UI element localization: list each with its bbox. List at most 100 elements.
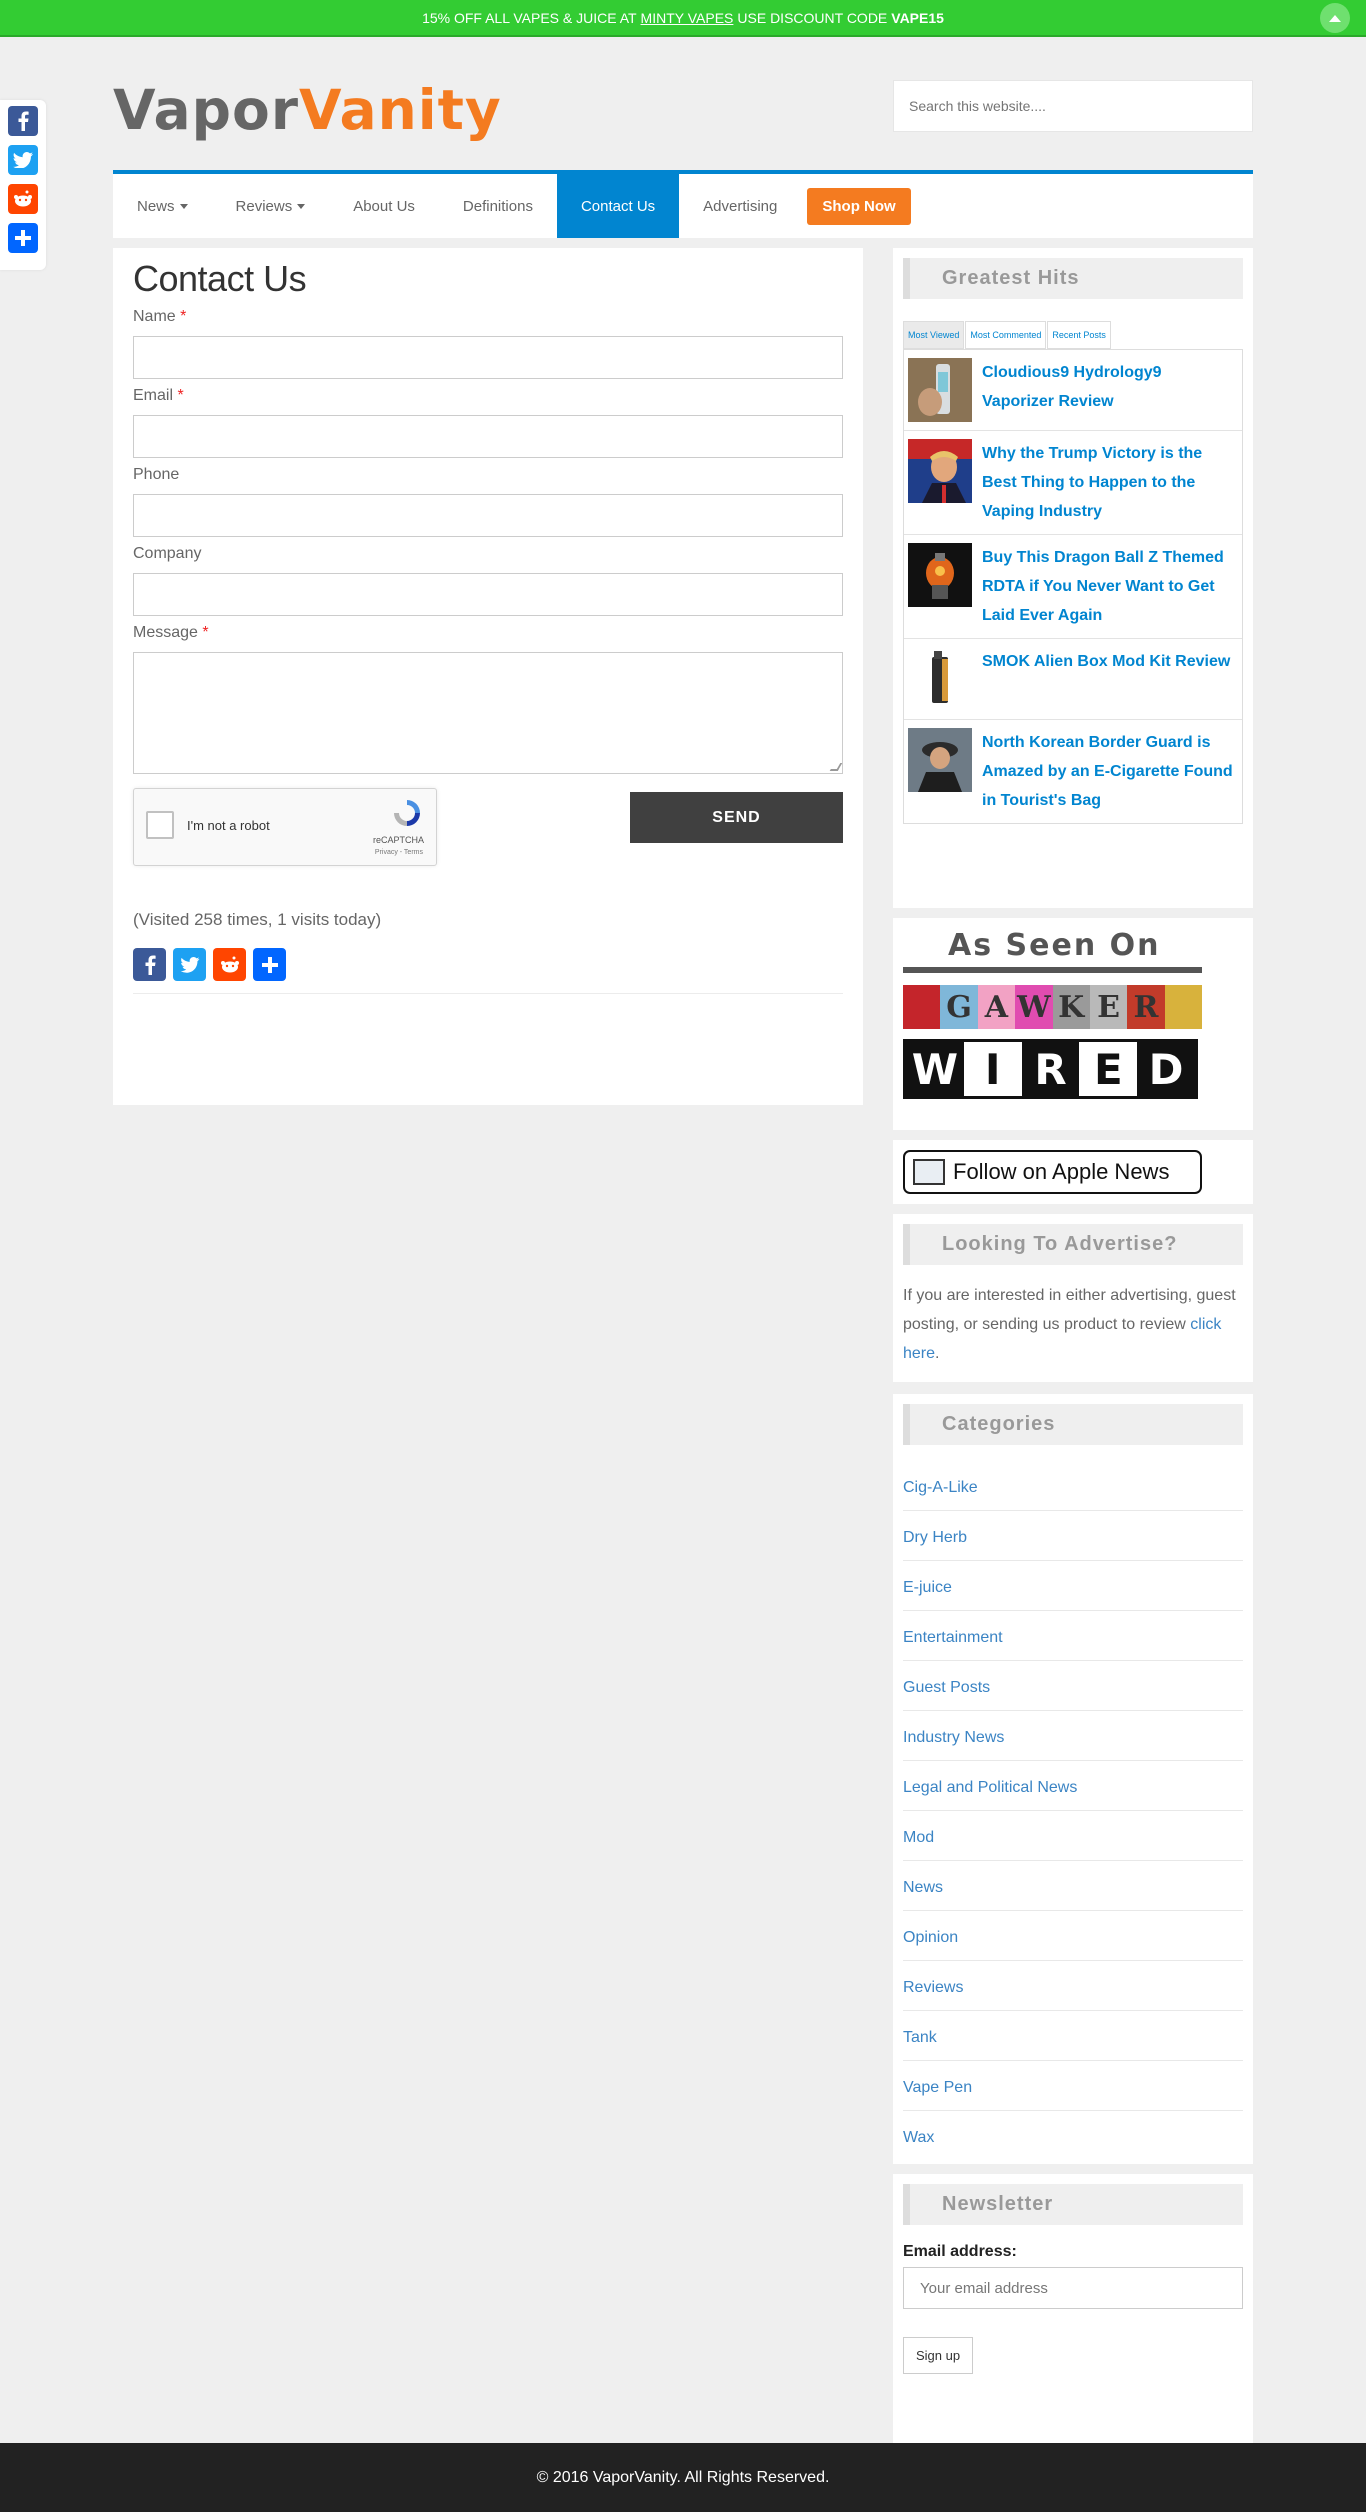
divider (903, 967, 1202, 973)
category-link[interactable]: Opinion (903, 1911, 1243, 1961)
twitter-icon[interactable] (173, 948, 206, 981)
hits-list: Cloudious9 Hydrology9 Vaporizer Review W… (903, 349, 1243, 824)
facebook-icon[interactable] (133, 948, 166, 981)
required-mark: * (202, 624, 209, 641)
post-thumbnail[interactable] (908, 439, 972, 503)
scroll-up-icon[interactable] (1320, 3, 1350, 33)
name-field[interactable] (133, 336, 843, 379)
list-item[interactable]: Buy This Dragon Ball Z Themed RDTA if Yo… (904, 535, 1242, 639)
post-thumbnail[interactable] (908, 358, 972, 422)
wired-letter: D (1137, 1042, 1195, 1096)
tab-recent-posts[interactable]: Recent Posts (1047, 321, 1111, 349)
share-plus-icon[interactable] (253, 948, 286, 981)
logo-part-2: Vanity (298, 78, 502, 142)
gawker-logo[interactable]: G A W K E R (903, 985, 1202, 1029)
floating-share-bar (0, 100, 46, 270)
advertise-period: . (935, 1345, 940, 1362)
promo-code: VAPE15 (891, 9, 944, 26)
list-item[interactable]: SMOK Alien Box Mod Kit Review (904, 639, 1242, 720)
category-link[interactable]: Cig-A-Like (903, 1461, 1243, 1511)
apple-news-button[interactable]: Follow on Apple News (903, 1150, 1202, 1194)
footer: © 2016 VaporVanity. All Rights Reserved. (0, 2443, 1366, 2512)
resize-handle[interactable] (829, 763, 843, 771)
company-field[interactable] (133, 573, 843, 616)
list-item[interactable]: Why the Trump Victory is the Best Thing … (904, 431, 1242, 535)
apple-news-label: Follow on Apple News (953, 1159, 1170, 1184)
gawker-letter: K (1052, 985, 1090, 1029)
newsletter-title: Newsletter (903, 2184, 1243, 2225)
search-input[interactable] (909, 98, 1237, 114)
email-field[interactable] (133, 415, 843, 458)
category-link[interactable]: Tank (903, 2011, 1243, 2061)
categories-widget: Categories Cig-A-Like Dry Herb E-juice E… (893, 1394, 1253, 2164)
category-link[interactable]: Entertainment (903, 1611, 1243, 1661)
category-link[interactable]: Reviews (903, 1961, 1243, 2011)
promo-link[interactable]: MINTY VAPES (641, 10, 734, 26)
post-title[interactable]: Cloudious9 Hydrology9 Vaporizer Review (982, 358, 1238, 422)
category-link[interactable]: Guest Posts (903, 1661, 1243, 1711)
category-link[interactable]: Industry News (903, 1711, 1243, 1761)
facebook-icon[interactable] (8, 106, 38, 136)
gawker-letter (903, 985, 941, 1029)
reddit-icon[interactable] (8, 184, 38, 214)
recaptcha-checkbox[interactable] (146, 811, 174, 839)
gawker-letter: G (940, 985, 978, 1029)
newsletter-email-input[interactable]: Your email address (903, 2267, 1243, 2309)
contact-form-panel: Contact Us Name * Email * Phone Company … (113, 248, 863, 1105)
required-mark: * (177, 387, 184, 404)
post-title[interactable]: SMOK Alien Box Mod Kit Review (982, 647, 1230, 711)
category-link[interactable]: Vape Pen (903, 2061, 1243, 2111)
search-box[interactable] (893, 80, 1253, 132)
list-item[interactable]: Cloudious9 Hydrology9 Vaporizer Review (904, 350, 1242, 431)
list-item[interactable]: North Korean Border Guard is Amazed by a… (904, 720, 1242, 823)
post-title[interactable]: Why the Trump Victory is the Best Thing … (982, 439, 1238, 526)
nav-item-reviews[interactable]: Reviews (212, 174, 330, 238)
recaptcha-terms[interactable]: Privacy - Terms (375, 849, 423, 856)
phone-label: Phone (133, 466, 180, 483)
post-thumbnail[interactable] (908, 543, 972, 607)
category-link[interactable]: Dry Herb (903, 1511, 1243, 1561)
category-link[interactable]: Wax (903, 2111, 1243, 2161)
send-button[interactable]: SEND (630, 792, 843, 843)
gawker-letter: A (977, 985, 1016, 1029)
recaptcha-brand: reCAPTCHA (372, 835, 424, 845)
category-link[interactable]: Mod (903, 1811, 1243, 1861)
post-thumbnail[interactable] (908, 728, 972, 792)
page-title: Contact Us (133, 258, 307, 299)
twitter-icon[interactable] (8, 145, 38, 175)
nav-item-definitions[interactable]: Definitions (439, 174, 557, 238)
category-link[interactable]: Legal and Political News (903, 1761, 1243, 1811)
phone-field[interactable] (133, 494, 843, 537)
nav-item-news[interactable]: News (113, 174, 212, 238)
reddit-icon[interactable] (213, 948, 246, 981)
share-plus-icon[interactable] (8, 223, 38, 253)
newsletter-signup-button[interactable]: Sign up (903, 2337, 974, 2374)
nav-item-contact[interactable]: Contact Us (556, 174, 680, 238)
gawker-letter: E (1089, 985, 1128, 1029)
main-nav: News Reviews About Us Definitions Contac… (113, 170, 1253, 238)
nav-item-advertising[interactable]: Advertising (679, 174, 801, 238)
newsletter-widget: Newsletter Email address: Your email add… (893, 2174, 1253, 2443)
category-link[interactable]: News (903, 1861, 1243, 1911)
post-title[interactable]: Buy This Dragon Ball Z Themed RDTA if Yo… (982, 543, 1238, 630)
email-label: Email * (133, 387, 843, 409)
nav-item-about[interactable]: About Us (329, 174, 439, 238)
recaptcha-label: I'm not a robot (187, 818, 270, 833)
email-label-text: Email (133, 387, 174, 404)
site-logo[interactable]: VaporVanity (113, 78, 502, 142)
apple-news-icon (913, 1159, 945, 1185)
tab-most-commented[interactable]: Most Commented (965, 321, 1047, 349)
hits-tabs: Most Viewed Most Commented Recent Posts (903, 321, 1243, 349)
shop-now-button[interactable]: Shop Now (807, 187, 911, 225)
name-label-text: Name (133, 308, 176, 325)
wired-logo[interactable]: W I R E D (903, 1039, 1198, 1099)
promo-text: 15% OFF ALL VAPES & JUICE AT (422, 9, 637, 26)
message-label: Message * (133, 624, 843, 646)
tab-most-viewed[interactable]: Most Viewed (903, 321, 965, 349)
post-title[interactable]: North Korean Border Guard is Amazed by a… (982, 728, 1238, 815)
wired-letter: R (1021, 1042, 1080, 1096)
post-thumbnail[interactable] (908, 647, 972, 711)
advertise-text: If you are interested in either advertis… (903, 1281, 1243, 1368)
category-link[interactable]: E-juice (903, 1561, 1243, 1611)
message-field[interactable] (133, 652, 843, 774)
